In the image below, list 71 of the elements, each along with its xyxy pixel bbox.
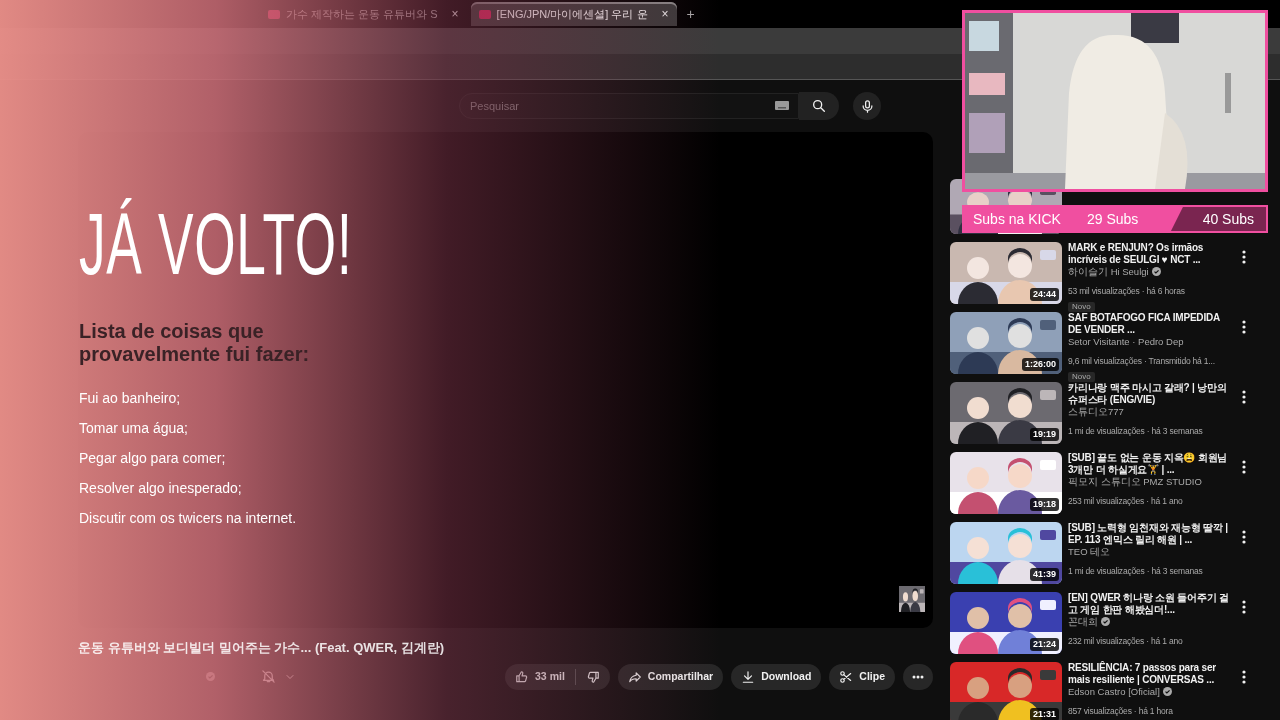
- video-stats: 53 mil visualizações · há 6 horas: [1068, 286, 1185, 296]
- more-icon[interactable]: [1242, 669, 1246, 684]
- search-field[interactable]: Pesquisar: [459, 93, 799, 119]
- video-stats: 1 mi de visualizações · há 3 semanas: [1068, 566, 1203, 576]
- more-icon[interactable]: [1242, 599, 1246, 614]
- list-item: Discutir com os twicers na internet.: [79, 509, 298, 528]
- video-stats: 253 mil visualizações · há 1 ano: [1068, 496, 1183, 506]
- video-title: 운동 유튜버와 보디빌더 밀어주는 가수... (Feat. QWER, 김계란): [78, 639, 446, 657]
- list-item: Fui ao banheiro;: [79, 389, 182, 408]
- arrow-icon: [627, 669, 642, 684]
- video-thumbnail[interactable]: 19:18: [950, 452, 1062, 514]
- video-thumbnail[interactable]: 41:39: [950, 522, 1062, 584]
- new-badge: Novo: [1068, 302, 1095, 312]
- more-icon[interactable]: [1242, 459, 1246, 474]
- thumbs-down-icon: [585, 669, 600, 684]
- subs-count: 29 Subs: [1086, 209, 1139, 229]
- more-icon: [912, 674, 924, 679]
- thumbs-up-icon: [515, 669, 530, 684]
- tab-title: [ENG/JPN/마이에센셜] 우리 운: [496, 6, 648, 22]
- video-thumbnail[interactable]: 19:19: [950, 382, 1062, 444]
- close-icon[interactable]: ×: [451, 5, 459, 23]
- video-title[interactable]: SAF BOTAFOGO FICA IMPEDIDA DE VENDER ...: [1068, 312, 1230, 336]
- mic-button[interactable]: [853, 92, 881, 120]
- channel-name[interactable]: 하이슬기 Hi Seulgi: [1068, 266, 1149, 277]
- search-button[interactable]: [799, 92, 839, 120]
- video-stats: 232 mil visualizações · há 1 ano: [1068, 636, 1183, 646]
- browser-tab[interactable]: [ENG/JPN/마이에센셜] 우리 운 ×: [470, 2, 677, 26]
- share-button[interactable]: Compartilhar: [617, 663, 724, 690]
- video-title[interactable]: MARK e RENJUN? Os irmãos incríveis de SEULGI ♥ NCT ...: [1068, 242, 1230, 266]
- more-icon[interactable]: [1242, 249, 1246, 264]
- more-button[interactable]: [903, 663, 933, 690]
- subs-goal: 40 Subs: [1202, 209, 1254, 229]
- video-thumbnail[interactable]: 21:24: [950, 592, 1062, 654]
- verified-icon: [206, 672, 215, 681]
- video-thumbnail[interactable]: 21:31: [950, 662, 1062, 720]
- more-icon[interactable]: [1242, 319, 1246, 334]
- video-thumbnail[interactable]: 1:26:00: [950, 312, 1062, 374]
- clip-button[interactable]: Clipe: [829, 663, 895, 690]
- download-icon: [741, 669, 756, 684]
- scissors-icon: [839, 669, 854, 684]
- channel-name[interactable]: 픽모지 스튜디오 PMZ STUDIO: [1068, 476, 1202, 487]
- new-badge: Novo: [1068, 372, 1095, 382]
- list-item: Pegar algo para comer;: [79, 449, 227, 468]
- search-icon: [811, 98, 827, 114]
- channel-name[interactable]: Setor Visitante · Pedro Dep: [1068, 336, 1184, 347]
- channel-name[interactable]: Edson Castro [Oficial]: [1068, 686, 1160, 697]
- video-title[interactable]: RESILIÊNCIA: 7 passos para ser mais resiliente | CONVERSAS ...: [1068, 662, 1230, 686]
- overlay-heading: JÁ VOLTO!: [79, 200, 353, 288]
- video-stats: 857 visualizações · há 1 hora: [1068, 706, 1173, 716]
- video-thumbnail[interactable]: 24:44: [950, 242, 1062, 304]
- new-tab-icon[interactable]: +: [686, 3, 695, 25]
- overlay-subtitle: Lista de coisas que provavelmente fui fazer:: [79, 320, 311, 366]
- subs-label: Subs na KICK: [973, 209, 1061, 229]
- list-item: Tomar uma água;: [79, 419, 189, 438]
- video-title[interactable]: [SUB] 노력형 임천재와 재능형 딸깍 | EP. 113 엔믹스 릴리 해원 | ...: [1068, 522, 1230, 546]
- tab-favicon-icon: [478, 9, 491, 19]
- channel-name[interactable]: 스튜디오777: [1068, 406, 1124, 417]
- more-icon[interactable]: [1242, 389, 1246, 404]
- video-title[interactable]: 카리나랑 맥주 마시고 갈래? | 낭만의 슈퍼스타 (ENG/VIE): [1068, 382, 1230, 406]
- list-item: Resolver algo inesperado;: [79, 479, 243, 498]
- video-stats: 1 mi de visualizações · há 3 semanas: [1068, 426, 1203, 436]
- channel-name[interactable]: TEO 테오: [1068, 546, 1111, 557]
- video-stats: 9,6 mil visualizações · Transmitido há 1...: [1068, 356, 1215, 366]
- close-icon[interactable]: ×: [661, 5, 669, 23]
- channel-name[interactable]: 꼰대희: [1068, 616, 1098, 627]
- video-title[interactable]: [SUB] 끝도 없는 운동 지옥😩 회원님 3개만 더 하실게요🏋 | ...: [1068, 452, 1230, 476]
- more-icon[interactable]: [1242, 529, 1246, 544]
- tab-favicon-icon: [268, 9, 280, 19]
- video-title[interactable]: [EN] QWER 히나랑 소원 들어주기 걸고 게임 한판 해봤심더!...: [1068, 592, 1230, 616]
- keyboard-icon[interactable]: [775, 101, 789, 110]
- download-button[interactable]: Download: [731, 663, 822, 690]
